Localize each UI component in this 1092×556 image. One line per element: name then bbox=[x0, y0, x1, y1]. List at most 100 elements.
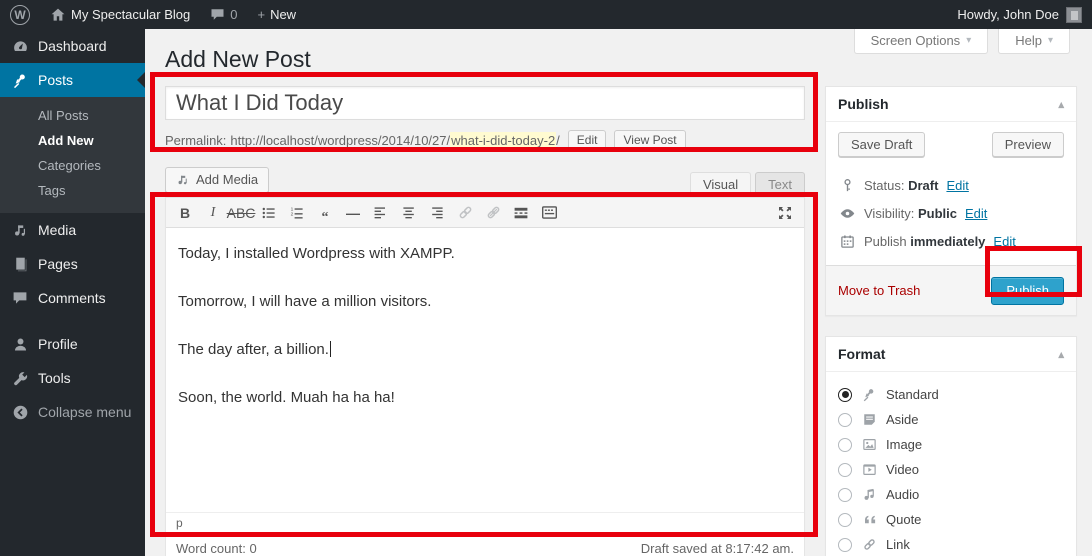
edit-status-link[interactable]: Edit bbox=[946, 178, 968, 193]
add-media-button[interactable]: Add Media bbox=[165, 167, 269, 193]
insert-link-button[interactable] bbox=[452, 201, 478, 225]
publish-button[interactable]: Publish bbox=[991, 277, 1064, 305]
numbered-list-button[interactable]: 12 bbox=[284, 201, 310, 225]
blockquote-icon: “ bbox=[322, 203, 329, 223]
editor-body[interactable]: Today, I installed Wordpress with XAMPP.… bbox=[166, 228, 804, 512]
sidebar-item-label: Dashboard bbox=[38, 38, 107, 54]
radio-button[interactable] bbox=[838, 438, 852, 452]
sidebar-item-categories[interactable]: Categories bbox=[0, 153, 145, 178]
align-left-icon bbox=[373, 205, 389, 221]
strikethrough-icon: ABC bbox=[227, 205, 256, 221]
panel-toggle-icon[interactable]: ▴ bbox=[1058, 98, 1064, 111]
pushpin-icon bbox=[11, 72, 29, 89]
italic-button[interactable]: I bbox=[200, 201, 226, 225]
media-icon bbox=[176, 173, 190, 187]
visual-tab[interactable]: Visual bbox=[690, 172, 751, 197]
panel-toggle-icon[interactable]: ▴ bbox=[1058, 348, 1064, 361]
bullet-list-button[interactable] bbox=[256, 201, 282, 225]
sidebar-item-all-posts[interactable]: All Posts bbox=[0, 103, 145, 128]
sidebar-item-label: Pages bbox=[38, 256, 78, 272]
radio-button[interactable] bbox=[838, 413, 852, 427]
admin-menu: Dashboard Posts All Posts Add New Catego… bbox=[0, 29, 145, 556]
screen-options-tab[interactable]: Screen Options ▾ bbox=[854, 29, 989, 54]
view-post-button[interactable]: View Post bbox=[614, 130, 685, 150]
edit-schedule-link[interactable]: Edit bbox=[993, 234, 1015, 249]
eye-icon bbox=[838, 205, 856, 222]
screen-meta-links: Screen Options ▾ Help ▾ bbox=[854, 29, 1070, 54]
format-option-link[interactable]: Link bbox=[838, 532, 1064, 556]
sidebar-item-media[interactable]: Media bbox=[0, 213, 145, 247]
text-tab[interactable]: Text bbox=[755, 172, 805, 197]
sidebar-item-tools[interactable]: Tools bbox=[0, 361, 145, 395]
sidebar-item-posts[interactable]: Posts bbox=[0, 63, 145, 97]
help-tab[interactable]: Help ▾ bbox=[998, 29, 1070, 54]
horizontal-rule-button[interactable]: — bbox=[340, 201, 366, 225]
align-right-button[interactable] bbox=[424, 201, 450, 225]
element-path[interactable]: p bbox=[166, 512, 804, 535]
sidebar-item-comments[interactable]: Comments bbox=[0, 281, 145, 315]
admin-bar: W My Spectacular Blog 0 + New Howdy, Joh… bbox=[0, 0, 1092, 29]
toolbar-toggle-button[interactable] bbox=[536, 201, 562, 225]
home-icon bbox=[50, 7, 66, 23]
howdy-account-link[interactable]: Howdy, John Doe bbox=[957, 7, 1059, 22]
radio-button[interactable] bbox=[838, 538, 852, 552]
collapse-menu-button[interactable]: Collapse menu bbox=[0, 395, 145, 429]
format-panel-title: Format bbox=[838, 346, 885, 362]
bold-button[interactable]: B bbox=[172, 201, 198, 225]
post-title-input[interactable] bbox=[165, 86, 805, 120]
current-menu-arrow bbox=[137, 72, 145, 88]
align-center-button[interactable] bbox=[396, 201, 422, 225]
radio-button[interactable] bbox=[838, 513, 852, 527]
audio-note-icon bbox=[860, 487, 878, 502]
preview-button[interactable]: Preview bbox=[992, 132, 1064, 157]
sidebar-item-tags[interactable]: Tags bbox=[0, 178, 145, 203]
sidebar-item-profile[interactable]: Profile bbox=[0, 327, 145, 361]
format-option-aside[interactable]: Aside bbox=[838, 407, 1064, 432]
move-to-trash-link[interactable]: Move to Trash bbox=[838, 283, 920, 298]
strikethrough-button[interactable]: ABC bbox=[228, 201, 254, 225]
align-center-icon bbox=[401, 205, 417, 221]
new-content-menu[interactable]: + New bbox=[247, 0, 306, 29]
sidebar-item-pages[interactable]: Pages bbox=[0, 247, 145, 281]
radio-button[interactable] bbox=[838, 388, 852, 402]
permalink-slug[interactable]: what-i-did-today-2 bbox=[450, 132, 556, 149]
chevron-down-icon: ▾ bbox=[1048, 35, 1053, 46]
remove-link-button[interactable] bbox=[480, 201, 506, 225]
radio-button[interactable] bbox=[838, 463, 852, 477]
visual-editor: B I ABC 12 “ — bbox=[165, 197, 805, 536]
edit-visibility-link[interactable]: Edit bbox=[965, 206, 987, 221]
sidebar-item-label: Comments bbox=[38, 290, 106, 306]
edit-permalink-button[interactable]: Edit bbox=[568, 130, 607, 150]
format-panel: Format ▴ Standard Aside bbox=[825, 336, 1077, 556]
align-left-button[interactable] bbox=[368, 201, 394, 225]
format-panel-header[interactable]: Format ▴ bbox=[826, 337, 1076, 372]
site-name-link[interactable]: My Spectacular Blog bbox=[40, 0, 200, 29]
sidebar-item-add-new[interactable]: Add New bbox=[0, 128, 145, 153]
quote-icon bbox=[860, 512, 878, 527]
format-option-image[interactable]: Image bbox=[838, 432, 1064, 457]
video-icon bbox=[860, 462, 878, 477]
format-option-audio[interactable]: Audio bbox=[838, 482, 1064, 507]
link-icon bbox=[457, 204, 474, 221]
aside-icon bbox=[860, 412, 878, 427]
media-buttons-row: Add Media Visual Text bbox=[165, 165, 805, 197]
save-draft-button[interactable]: Save Draft bbox=[838, 132, 925, 157]
radio-button[interactable] bbox=[838, 488, 852, 502]
publish-panel-title: Publish bbox=[838, 96, 889, 112]
publish-panel-header[interactable]: Publish ▴ bbox=[826, 87, 1076, 122]
editor-paragraph: Tomorrow, I will have a million visitors… bbox=[178, 290, 792, 314]
distraction-free-button[interactable] bbox=[772, 201, 798, 225]
format-option-video[interactable]: Video bbox=[838, 457, 1064, 482]
sidebar-item-dashboard[interactable]: Dashboard bbox=[0, 29, 145, 63]
wordpress-logo-menu[interactable]: W bbox=[0, 0, 40, 29]
format-option-quote[interactable]: Quote bbox=[838, 507, 1064, 532]
screen-options-label: Screen Options bbox=[871, 33, 961, 48]
status-row: Status: Draft Edit bbox=[838, 171, 1064, 199]
blockquote-button[interactable]: “ bbox=[312, 201, 338, 225]
avatar[interactable] bbox=[1066, 7, 1082, 23]
more-tag-button[interactable] bbox=[508, 201, 534, 225]
comments-counter[interactable]: 0 bbox=[200, 0, 247, 29]
format-option-standard[interactable]: Standard bbox=[838, 382, 1064, 407]
pages-icon bbox=[11, 256, 29, 273]
permalink-url: http://localhost/wordpress/2014/10/27/wh… bbox=[230, 133, 559, 148]
